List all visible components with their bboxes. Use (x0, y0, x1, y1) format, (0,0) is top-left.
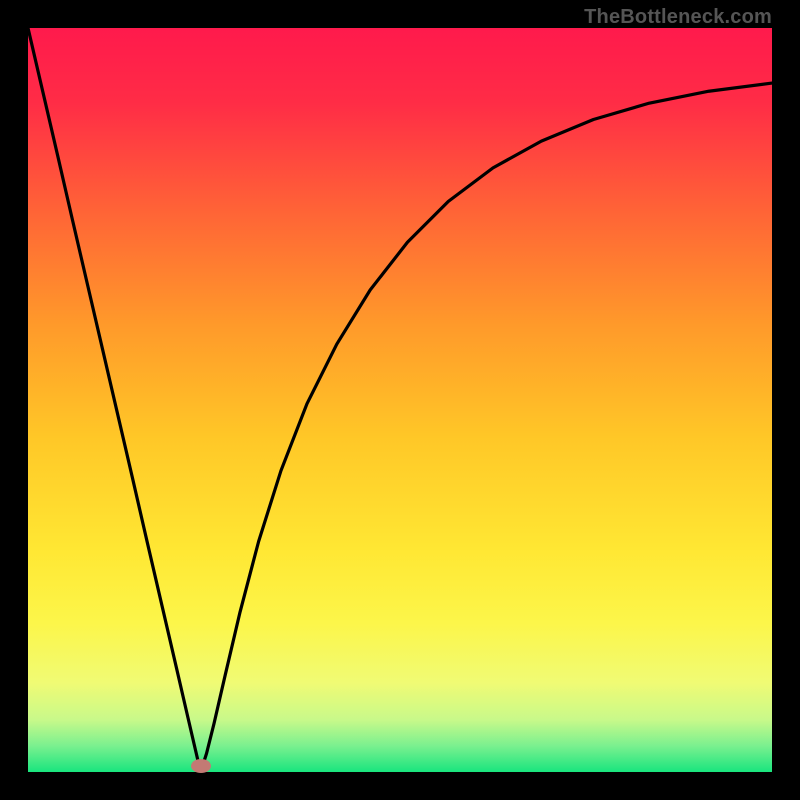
attribution-label: TheBottleneck.com (584, 6, 772, 29)
bottleneck-curve (28, 28, 772, 772)
optimum-marker-icon (191, 759, 211, 773)
curve-layer (28, 28, 772, 772)
plot-area (28, 28, 772, 772)
chart-stage: TheBottleneck.com (0, 0, 800, 800)
